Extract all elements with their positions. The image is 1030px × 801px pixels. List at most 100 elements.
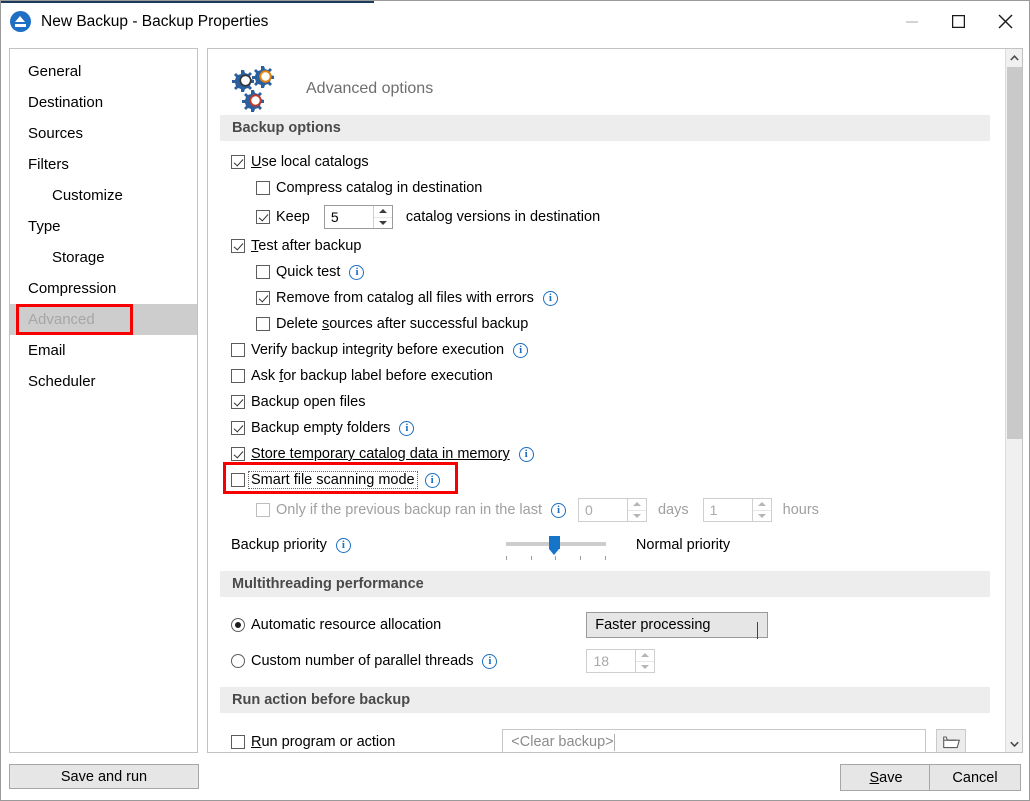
checkbox-row-compress-catalog[interactable]: Compress catalog in destination: [231, 175, 1006, 201]
allocation-mode-select[interactable]: Faster processing: [586, 612, 769, 639]
sidebar-item-label: Sources: [28, 125, 84, 142]
stepper-up-icon[interactable]: [373, 206, 392, 218]
stepper-down-icon[interactable]: [753, 511, 771, 522]
sidebar-item-scheduler[interactable]: Scheduler: [10, 366, 197, 397]
verify-integrity-checkbox[interactable]: [231, 343, 245, 357]
keep-versions-checkbox[interactable]: [256, 210, 270, 224]
run-program-checkbox[interactable]: [231, 735, 245, 749]
radio-row-automatic-allocation[interactable]: Automatic resource allocation Faster pro…: [231, 607, 1006, 643]
backup-open-files-checkbox[interactable]: [231, 395, 245, 409]
use-local-catalogs-checkbox[interactable]: [231, 155, 245, 169]
only-if-previous-info-icon[interactable]: i: [550, 502, 566, 518]
keep-versions-value[interactable]: 5: [325, 206, 373, 228]
days-value[interactable]: 0: [579, 499, 627, 521]
sidebar-item-customize[interactable]: Customize: [10, 180, 197, 211]
sidebar-item-storage[interactable]: Storage: [10, 242, 197, 273]
checkbox-row-keep-versions[interactable]: Keep 5 catalog versions in destination: [231, 201, 1006, 233]
thread-count-arrows[interactable]: [635, 650, 655, 673]
checkbox-row-test-after-backup[interactable]: Test after backup: [231, 233, 1006, 259]
remove-from-catalog-checkbox[interactable]: [256, 291, 270, 305]
store-temp-catalog-info-icon[interactable]: i: [518, 446, 534, 462]
checkbox-row-backup-open-files[interactable]: Backup open files: [231, 389, 1006, 415]
remove-from-catalog-info-icon[interactable]: i: [542, 290, 558, 306]
sidebar-item-compression[interactable]: Compression: [10, 273, 197, 304]
thread-count-value[interactable]: 18: [587, 650, 635, 672]
keep-versions-arrows[interactable]: [372, 206, 392, 229]
sidebar-item-destination[interactable]: Destination: [10, 87, 197, 118]
save-button-label: Save: [869, 769, 903, 786]
sidebar-item-type[interactable]: Type: [10, 211, 197, 242]
verify-integrity-label: Verify backup integrity before execution: [251, 342, 505, 358]
stepper-down-icon[interactable]: [374, 218, 392, 229]
keep-versions-stepper[interactable]: 5: [323, 205, 393, 229]
hours-value[interactable]: 1: [704, 499, 752, 521]
backup-priority-info-icon[interactable]: i: [335, 537, 351, 553]
stepper-down-icon[interactable]: [636, 662, 654, 673]
delete-sources-checkbox[interactable]: [256, 317, 270, 331]
backup-empty-folders-info-icon[interactable]: i: [399, 420, 415, 436]
quick-test-checkbox[interactable]: [256, 265, 270, 279]
sidebar-item-filters[interactable]: Filters: [10, 149, 197, 180]
vertical-scrollbar[interactable]: [1005, 49, 1022, 752]
store-temp-catalog-label: Store temporary catalog data in memory: [251, 446, 510, 462]
slider-thumb[interactable]: [548, 536, 560, 555]
chevron-down-icon[interactable]: [613, 734, 615, 751]
multithreading-list: Automatic resource allocation Faster pro…: [208, 607, 1006, 679]
compress-catalog-checkbox[interactable]: [256, 181, 270, 195]
checkbox-row-ask-label[interactable]: Ask for backup label before execution: [231, 363, 1006, 389]
backup-empty-folders-checkbox[interactable]: [231, 421, 245, 435]
stepper-up-icon[interactable]: [636, 650, 655, 662]
sidebar-item-advanced[interactable]: Advanced: [10, 304, 197, 335]
radio-row-custom-threads[interactable]: Custom number of parallel threads i 18: [231, 643, 1006, 679]
thread-count-stepper[interactable]: 18: [586, 649, 656, 673]
checkbox-row-run-program[interactable]: Run program or action <Clear backup>: [231, 725, 1006, 752]
days-unit-label: days: [657, 502, 689, 518]
maximize-icon[interactable]: [935, 1, 982, 42]
verify-integrity-info-icon[interactable]: i: [513, 342, 529, 358]
checkbox-row-smart-file-scanning[interactable]: Smart file scanning mode i: [223, 462, 1006, 494]
checkbox-row-quick-test[interactable]: Quick test i: [231, 259, 1006, 285]
backup-priority-slider[interactable]: [505, 532, 606, 560]
custom-threads-info-icon[interactable]: i: [482, 653, 498, 669]
store-temp-catalog-checkbox[interactable]: [231, 447, 245, 461]
stepper-down-icon[interactable]: [628, 511, 646, 522]
folder-open-icon[interactable]: [936, 728, 967, 752]
quick-test-info-icon[interactable]: i: [349, 264, 365, 280]
run-program-select[interactable]: <Clear backup>: [502, 728, 927, 752]
automatic-allocation-radio[interactable]: [231, 618, 245, 632]
ask-label-checkbox[interactable]: [231, 369, 245, 383]
days-stepper[interactable]: 0: [577, 498, 647, 522]
window-title: New Backup - Backup Properties: [41, 12, 269, 30]
smart-file-scanning-info-icon[interactable]: i: [424, 472, 440, 488]
stepper-up-icon[interactable]: [752, 499, 771, 511]
save-button[interactable]: Save: [840, 764, 932, 791]
checkbox-row-use-local-catalogs[interactable]: Use local catalogs: [231, 149, 1006, 175]
hours-arrows[interactable]: [751, 499, 771, 522]
checkbox-row-only-if-previous[interactable]: Only if the previous backup ran in the l…: [231, 493, 1006, 527]
sidebar-item-general[interactable]: General: [10, 56, 197, 87]
checkbox-row-delete-sources[interactable]: Delete sources after successful backup: [231, 311, 1006, 337]
title-accent-line: [1, 1, 374, 3]
smart-file-scanning-checkbox[interactable]: [231, 473, 245, 487]
checkbox-row-remove-from-catalog[interactable]: Remove from catalog all files with error…: [231, 285, 1006, 311]
only-if-previous-checkbox[interactable]: [256, 503, 270, 517]
custom-threads-radio[interactable]: [231, 654, 245, 668]
sidebar-item-sources[interactable]: Sources: [10, 118, 197, 149]
checkbox-row-backup-empty-folders[interactable]: Backup empty folders i: [231, 415, 1006, 441]
sidebar-item-email[interactable]: Email: [10, 335, 197, 366]
cancel-button[interactable]: Cancel: [929, 764, 1021, 791]
checkbox-row-verify-integrity[interactable]: Verify backup integrity before execution…: [231, 337, 1006, 363]
quick-test-label: Quick test: [276, 264, 341, 280]
save-and-run-button[interactable]: Save and run: [9, 764, 199, 789]
chevron-down-icon[interactable]: [1006, 735, 1022, 752]
days-arrows[interactable]: [626, 499, 646, 522]
checkbox-row-store-temp-catalog[interactable]: Store temporary catalog data in memory i: [231, 441, 1006, 467]
chevron-up-icon[interactable]: [1006, 49, 1022, 66]
chevron-down-icon[interactable]: [757, 622, 759, 639]
test-after-backup-checkbox[interactable]: [231, 239, 245, 253]
scrollbar-thumb[interactable]: [1007, 67, 1022, 439]
minimize-icon[interactable]: [888, 1, 935, 42]
close-icon[interactable]: [982, 1, 1029, 42]
hours-stepper[interactable]: 1: [702, 498, 772, 522]
stepper-up-icon[interactable]: [627, 499, 646, 511]
